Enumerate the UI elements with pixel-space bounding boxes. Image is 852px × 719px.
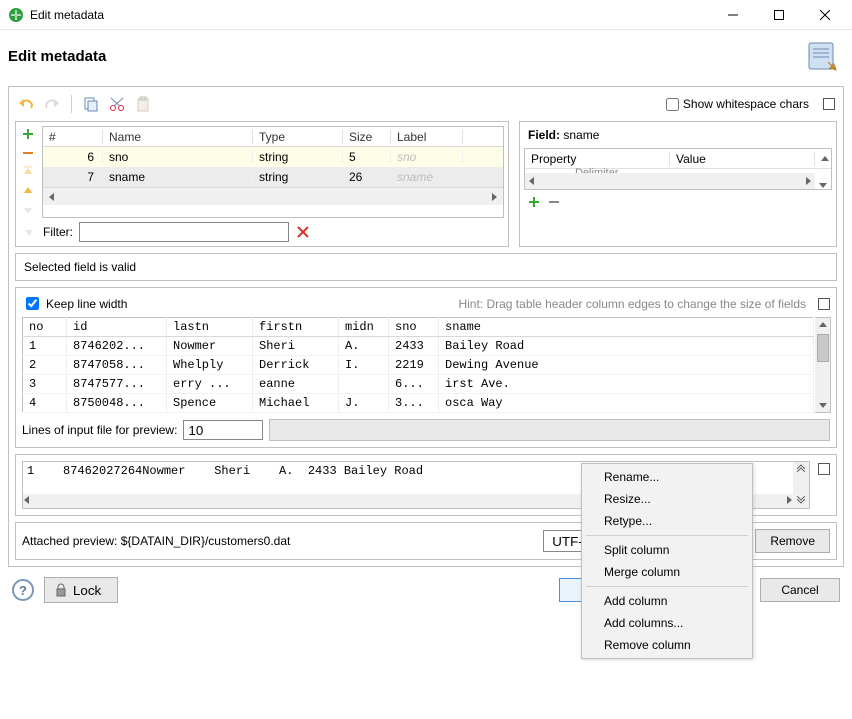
remove-attach-button[interactable]: Remove bbox=[755, 529, 830, 553]
left-arrow-icon[interactable] bbox=[23, 494, 31, 508]
show-whitespace-input[interactable] bbox=[666, 98, 679, 111]
data-table-wrap: noid lastnfirstn midnsno sname 18746202.… bbox=[22, 317, 830, 413]
property-panel: Field: sname Property Value Delimiter bbox=[519, 121, 837, 247]
keep-line-width-checkbox[interactable]: Keep line width bbox=[22, 294, 127, 313]
undo-button[interactable] bbox=[17, 95, 35, 113]
close-button[interactable] bbox=[802, 0, 848, 30]
down-dbl-arrow-icon[interactable] bbox=[797, 494, 805, 508]
lines-input[interactable] bbox=[183, 420, 263, 440]
cut-button[interactable] bbox=[108, 95, 126, 113]
placeholder-icon[interactable] bbox=[823, 98, 835, 110]
help-button[interactable]: ? bbox=[12, 579, 34, 601]
field-row[interactable]: 7 sname string 26 sname bbox=[43, 167, 503, 187]
left-arrow-icon[interactable] bbox=[45, 190, 59, 204]
prop-add-button[interactable] bbox=[526, 194, 542, 210]
fields-hscroll[interactable] bbox=[43, 187, 503, 205]
cancel-button[interactable]: Cancel bbox=[760, 578, 840, 602]
filter-apply-icon[interactable] bbox=[21, 224, 37, 240]
fields-table[interactable]: # Name Type Size Label 6 sno string 5 sn… bbox=[42, 126, 504, 218]
validation-bar: Selected field is valid bbox=[15, 253, 837, 281]
show-whitespace-label: Show whitespace chars bbox=[683, 97, 809, 111]
data-table[interactable]: noid lastnfirstn midnsno sname 18746202.… bbox=[22, 317, 814, 413]
refresh-button-area[interactable] bbox=[269, 419, 830, 441]
ctx-merge[interactable]: Merge column bbox=[584, 561, 750, 583]
page-title: Edit metadata bbox=[8, 48, 106, 65]
table-row[interactable]: 38747577...erry ...eanne6...irst Ave. bbox=[23, 375, 814, 394]
down-arrow-icon[interactable] bbox=[816, 398, 830, 412]
metadata-icon bbox=[806, 40, 838, 72]
fields-header: # Name Type Size Label bbox=[43, 127, 503, 147]
property-title: Field: sname bbox=[528, 128, 832, 142]
prop-remove-button[interactable] bbox=[546, 194, 562, 210]
show-whitespace-checkbox[interactable]: Show whitespace chars bbox=[666, 97, 809, 111]
toolbar: Show whitespace chars bbox=[15, 93, 837, 121]
col-num[interactable]: # bbox=[43, 130, 103, 144]
property-body: Delimiter bbox=[525, 169, 831, 189]
content-frame: Show whitespace chars # Name Type bbox=[8, 86, 844, 567]
table-row[interactable]: 48750048...SpenceMichaelJ.3...osca Way bbox=[23, 394, 814, 413]
page-heading: Edit metadata bbox=[0, 30, 852, 86]
filter-clear-button[interactable] bbox=[295, 224, 311, 240]
window-title: Edit metadata bbox=[30, 8, 104, 22]
ctx-remove[interactable]: Remove column bbox=[584, 634, 750, 656]
move-top-button[interactable] bbox=[20, 164, 36, 180]
context-menu: Rename... Resize... Retype... Split colu… bbox=[581, 463, 753, 659]
col-size[interactable]: Size bbox=[343, 130, 391, 144]
col-label[interactable]: Label bbox=[391, 130, 463, 144]
table-row[interactable]: 18746202...NowmerSheriA.2433Bailey Road bbox=[23, 337, 814, 356]
preview-panel: Keep line width Hint: Drag table header … bbox=[15, 287, 837, 448]
titlebar: Edit metadata bbox=[0, 0, 852, 30]
col-name[interactable]: Name bbox=[103, 130, 253, 144]
add-field-button[interactable] bbox=[20, 126, 36, 142]
lock-button[interactable]: Lock bbox=[44, 577, 118, 603]
preview-hint: Hint: Drag table header column edges to … bbox=[135, 297, 810, 311]
ctx-resize[interactable]: Resize... bbox=[584, 488, 750, 510]
col-property[interactable]: Property bbox=[525, 152, 670, 166]
data-vscroll[interactable] bbox=[815, 317, 831, 413]
move-down-button[interactable] bbox=[20, 202, 36, 218]
move-up-button[interactable] bbox=[20, 183, 36, 199]
lines-label: Lines of input file for preview: bbox=[22, 423, 177, 437]
right-arrow-icon[interactable] bbox=[487, 190, 501, 204]
placeholder-icon[interactable] bbox=[818, 298, 830, 310]
table-row[interactable]: 28747058...WhelplyDerrickI.2219Dewing Av… bbox=[23, 356, 814, 375]
remove-field-button[interactable] bbox=[20, 145, 36, 161]
copy-button[interactable] bbox=[82, 95, 100, 113]
minimize-button[interactable] bbox=[710, 0, 756, 30]
field-row[interactable]: 6 sno string 5 sno bbox=[43, 147, 503, 167]
fields-panel: # Name Type Size Label 6 sno string 5 sn… bbox=[15, 121, 509, 247]
attach-label: Attached preview: ${DATAIN_DIR}/customer… bbox=[22, 534, 290, 548]
app-icon bbox=[8, 7, 24, 23]
right-arrow-icon[interactable] bbox=[801, 174, 815, 188]
filter-input[interactable] bbox=[79, 222, 289, 242]
filter-label: Filter: bbox=[43, 225, 73, 239]
up-arrow-icon[interactable] bbox=[816, 318, 830, 332]
paste-button[interactable] bbox=[134, 95, 152, 113]
scroll-thumb[interactable] bbox=[817, 334, 829, 362]
ctx-rename[interactable]: Rename... bbox=[584, 466, 750, 488]
ctx-retype[interactable]: Retype... bbox=[584, 510, 750, 532]
redo-button[interactable] bbox=[43, 95, 61, 113]
col-value[interactable]: Value bbox=[670, 152, 815, 166]
keep-line-width-input[interactable] bbox=[26, 297, 39, 310]
up-dbl-arrow-icon[interactable] bbox=[797, 462, 805, 476]
up-arrow-icon[interactable] bbox=[815, 152, 831, 166]
data-header-row[interactable]: noid lastnfirstn midnsno sname bbox=[23, 318, 814, 337]
col-type[interactable]: Type bbox=[253, 130, 343, 144]
ctx-add[interactable]: Add column bbox=[584, 590, 750, 612]
ctx-split[interactable]: Split column bbox=[584, 539, 750, 561]
lock-icon bbox=[55, 583, 67, 597]
maximize-button[interactable] bbox=[756, 0, 802, 30]
placeholder-icon[interactable] bbox=[818, 463, 830, 475]
ctx-adds[interactable]: Add columns... bbox=[584, 612, 750, 634]
left-arrow-icon[interactable] bbox=[525, 174, 539, 188]
right-arrow-icon[interactable] bbox=[785, 494, 793, 508]
property-table[interactable]: Property Value Delimiter bbox=[524, 148, 832, 190]
